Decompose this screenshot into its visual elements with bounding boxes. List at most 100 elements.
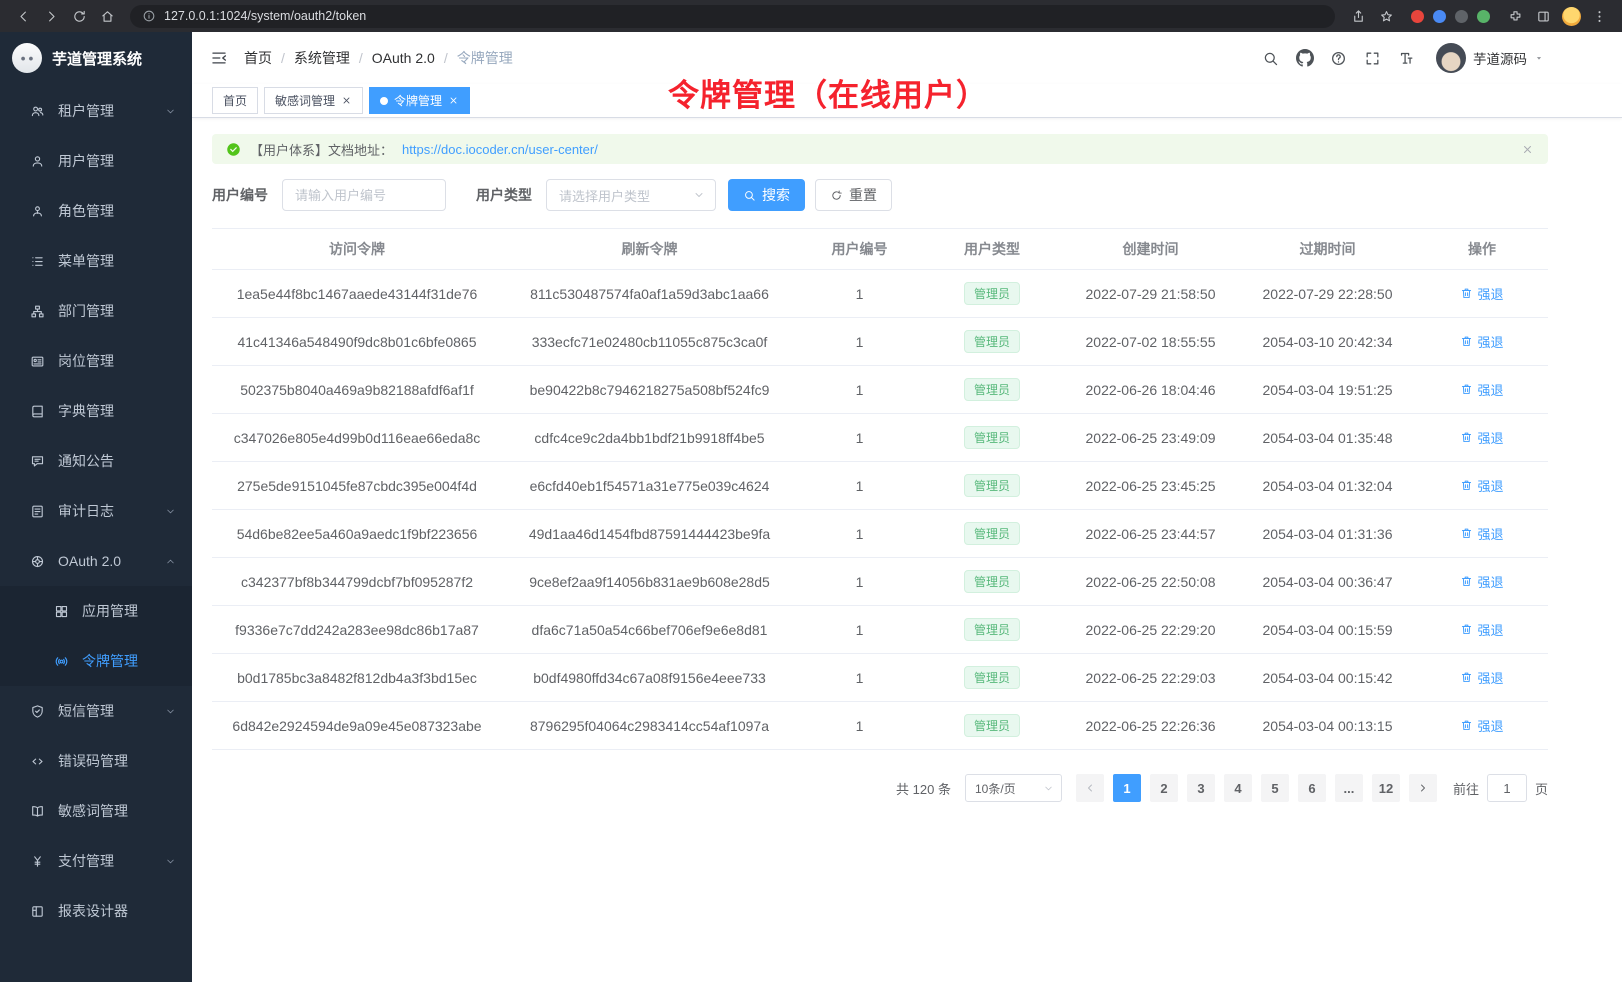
- force-logout-button[interactable]: 强退: [1460, 572, 1503, 591]
- access-token-cell: 275e5de9151045fe87cbdc395e004f4d: [212, 462, 502, 510]
- alert-link[interactable]: https://doc.iocoder.cn/user-center/: [402, 142, 598, 157]
- pager-page-3[interactable]: 3: [1187, 774, 1215, 802]
- table-row: 502375b8040a469a9b82188afdf6af1fbe90422b…: [212, 366, 1548, 414]
- breadcrumb-item[interactable]: 系统管理: [294, 48, 350, 68]
- sidebar-item-tenant[interactable]: 租户管理: [0, 86, 192, 136]
- pager-page-6[interactable]: 6: [1298, 774, 1326, 802]
- tab[interactable]: 首页: [212, 87, 258, 114]
- sidebar-item-role[interactable]: 角色管理: [0, 186, 192, 236]
- tab[interactable]: 令牌管理: [369, 87, 470, 114]
- close-icon[interactable]: [1521, 143, 1534, 156]
- site-info-icon[interactable]: [142, 9, 156, 23]
- select-placeholder: 请选择用户类型: [559, 186, 650, 205]
- fontsize-icon[interactable]: [1393, 45, 1420, 72]
- goto-page-input[interactable]: [1487, 774, 1527, 802]
- search-button[interactable]: 搜索: [728, 179, 805, 211]
- profile-avatar[interactable]: [1558, 4, 1584, 28]
- expire-time-cell: 2054-03-04 01:32:04: [1239, 462, 1416, 510]
- sidebar-item-post[interactable]: 岗位管理: [0, 336, 192, 386]
- github-icon[interactable]: [1291, 45, 1318, 72]
- force-logout-button[interactable]: 强退: [1460, 284, 1503, 303]
- url-bar[interactable]: 127.0.0.1:1024/system/oauth2/token: [130, 5, 1335, 28]
- browser-actions: [1345, 4, 1399, 28]
- chevron-down-icon: [693, 189, 705, 201]
- pager-page-4[interactable]: 4: [1224, 774, 1252, 802]
- pager-ellipsis[interactable]: ...: [1335, 774, 1363, 802]
- user-id-cell: 1: [797, 366, 922, 414]
- help-icon[interactable]: [1325, 45, 1352, 72]
- pager-page-12[interactable]: 12: [1372, 774, 1400, 802]
- fullscreen-icon[interactable]: [1359, 45, 1386, 72]
- extension-icon-2[interactable]: [1433, 10, 1446, 23]
- force-logout-button[interactable]: 强退: [1460, 332, 1503, 351]
- reset-button[interactable]: 重置: [815, 179, 892, 211]
- menu-fold-icon[interactable]: [210, 49, 228, 67]
- sidebar-item-label: 支付管理: [58, 851, 114, 871]
- home-icon[interactable]: [94, 4, 120, 28]
- pager-page-2[interactable]: 2: [1150, 774, 1178, 802]
- expire-time-cell: 2054-03-04 00:15:42: [1239, 654, 1416, 702]
- chevron-right-icon: [1417, 782, 1429, 794]
- prev-page-button[interactable]: [1076, 774, 1104, 802]
- trash-icon: [1460, 719, 1473, 732]
- refresh-token-cell: e6cfd40eb1f54571a31e775e039c4624: [502, 462, 797, 510]
- extension-icon-1[interactable]: [1411, 10, 1424, 23]
- sidebar-item-dept[interactable]: 部门管理: [0, 286, 192, 336]
- sidebar-item-menu[interactable]: 菜单管理: [0, 236, 192, 286]
- force-logout-button[interactable]: 强退: [1460, 668, 1503, 687]
- main-area: 令牌管理（在线用户） 首页/系统管理/OAuth 2.0/令牌管理 芋道源码 首…: [192, 32, 1622, 982]
- expire-time-cell: 2054-03-04 19:51:25: [1239, 366, 1416, 414]
- extension-icon-4[interactable]: [1477, 10, 1490, 23]
- breadcrumb-item[interactable]: 首页: [244, 48, 272, 68]
- expire-time-cell: 2054-03-04 01:31:36: [1239, 510, 1416, 558]
- access-token-cell: b0d1785bc3a8482f812db4a3f3bd15ec: [212, 654, 502, 702]
- force-logout-button[interactable]: 强退: [1460, 524, 1503, 543]
- force-logout-button[interactable]: 强退: [1460, 428, 1503, 447]
- force-logout-button[interactable]: 强退: [1460, 380, 1503, 399]
- sidebar-item-token[interactable]: 令牌管理: [0, 636, 192, 686]
- star-icon[interactable]: [1373, 4, 1399, 28]
- user-menu[interactable]: 芋道源码: [1436, 43, 1544, 73]
- sidebar-item-report[interactable]: 报表设计器: [0, 886, 192, 936]
- next-page-button[interactable]: [1409, 774, 1437, 802]
- pagination: 共 120 条 10条/页 123456...12 前往 页: [212, 774, 1548, 802]
- back-icon[interactable]: [10, 4, 36, 28]
- dots-icon[interactable]: [1586, 4, 1612, 28]
- force-logout-button[interactable]: 强退: [1460, 476, 1503, 495]
- user-type-badge: 管理员: [964, 666, 1020, 689]
- token-table: 访问令牌刷新令牌用户编号用户类型创建时间过期时间操作 1ea5e44f8bc14…: [212, 228, 1548, 750]
- sidebar-item-sms[interactable]: 短信管理: [0, 686, 192, 736]
- sidebar-item-user[interactable]: 用户管理: [0, 136, 192, 186]
- user-type-select[interactable]: 请选择用户类型: [546, 179, 716, 211]
- sidebar-item-audit[interactable]: 审计日志: [0, 486, 192, 536]
- sidebar-item-pay[interactable]: 支付管理: [0, 836, 192, 886]
- extension-icon-3[interactable]: [1455, 10, 1468, 23]
- forward-icon[interactable]: [38, 4, 64, 28]
- puzzle-icon[interactable]: [1502, 4, 1528, 28]
- user-id-cell: 1: [797, 654, 922, 702]
- access-token-cell: 6d842e2924594de9a09e45e087323abe: [212, 702, 502, 750]
- pager-page-5[interactable]: 5: [1261, 774, 1289, 802]
- sidebar-item-app[interactable]: 应用管理: [0, 586, 192, 636]
- breadcrumb-separator: /: [359, 50, 363, 66]
- close-icon[interactable]: [448, 95, 459, 106]
- breadcrumb-item[interactable]: OAuth 2.0: [372, 50, 435, 66]
- share-icon[interactable]: [1345, 4, 1371, 28]
- reload-icon[interactable]: [66, 4, 92, 28]
- oauth-icon: [30, 554, 45, 569]
- user-id-input[interactable]: [282, 179, 446, 211]
- force-logout-button[interactable]: 强退: [1460, 716, 1503, 735]
- panel-icon[interactable]: [1530, 4, 1556, 28]
- search-icon[interactable]: [1257, 45, 1284, 72]
- success-icon: [226, 142, 241, 157]
- sidebar-item-oauth[interactable]: OAuth 2.0: [0, 536, 192, 586]
- sidebar-item-sensitive[interactable]: 敏感词管理: [0, 786, 192, 836]
- pager-page-1[interactable]: 1: [1113, 774, 1141, 802]
- force-logout-button[interactable]: 强退: [1460, 620, 1503, 639]
- sidebar-item-errcode[interactable]: 错误码管理: [0, 736, 192, 786]
- tab[interactable]: 敏感词管理: [264, 87, 363, 114]
- close-icon[interactable]: [341, 95, 352, 106]
- page-size-select[interactable]: 10条/页: [965, 774, 1062, 802]
- sidebar-item-dict[interactable]: 字典管理: [0, 386, 192, 436]
- sidebar-item-notice[interactable]: 通知公告: [0, 436, 192, 486]
